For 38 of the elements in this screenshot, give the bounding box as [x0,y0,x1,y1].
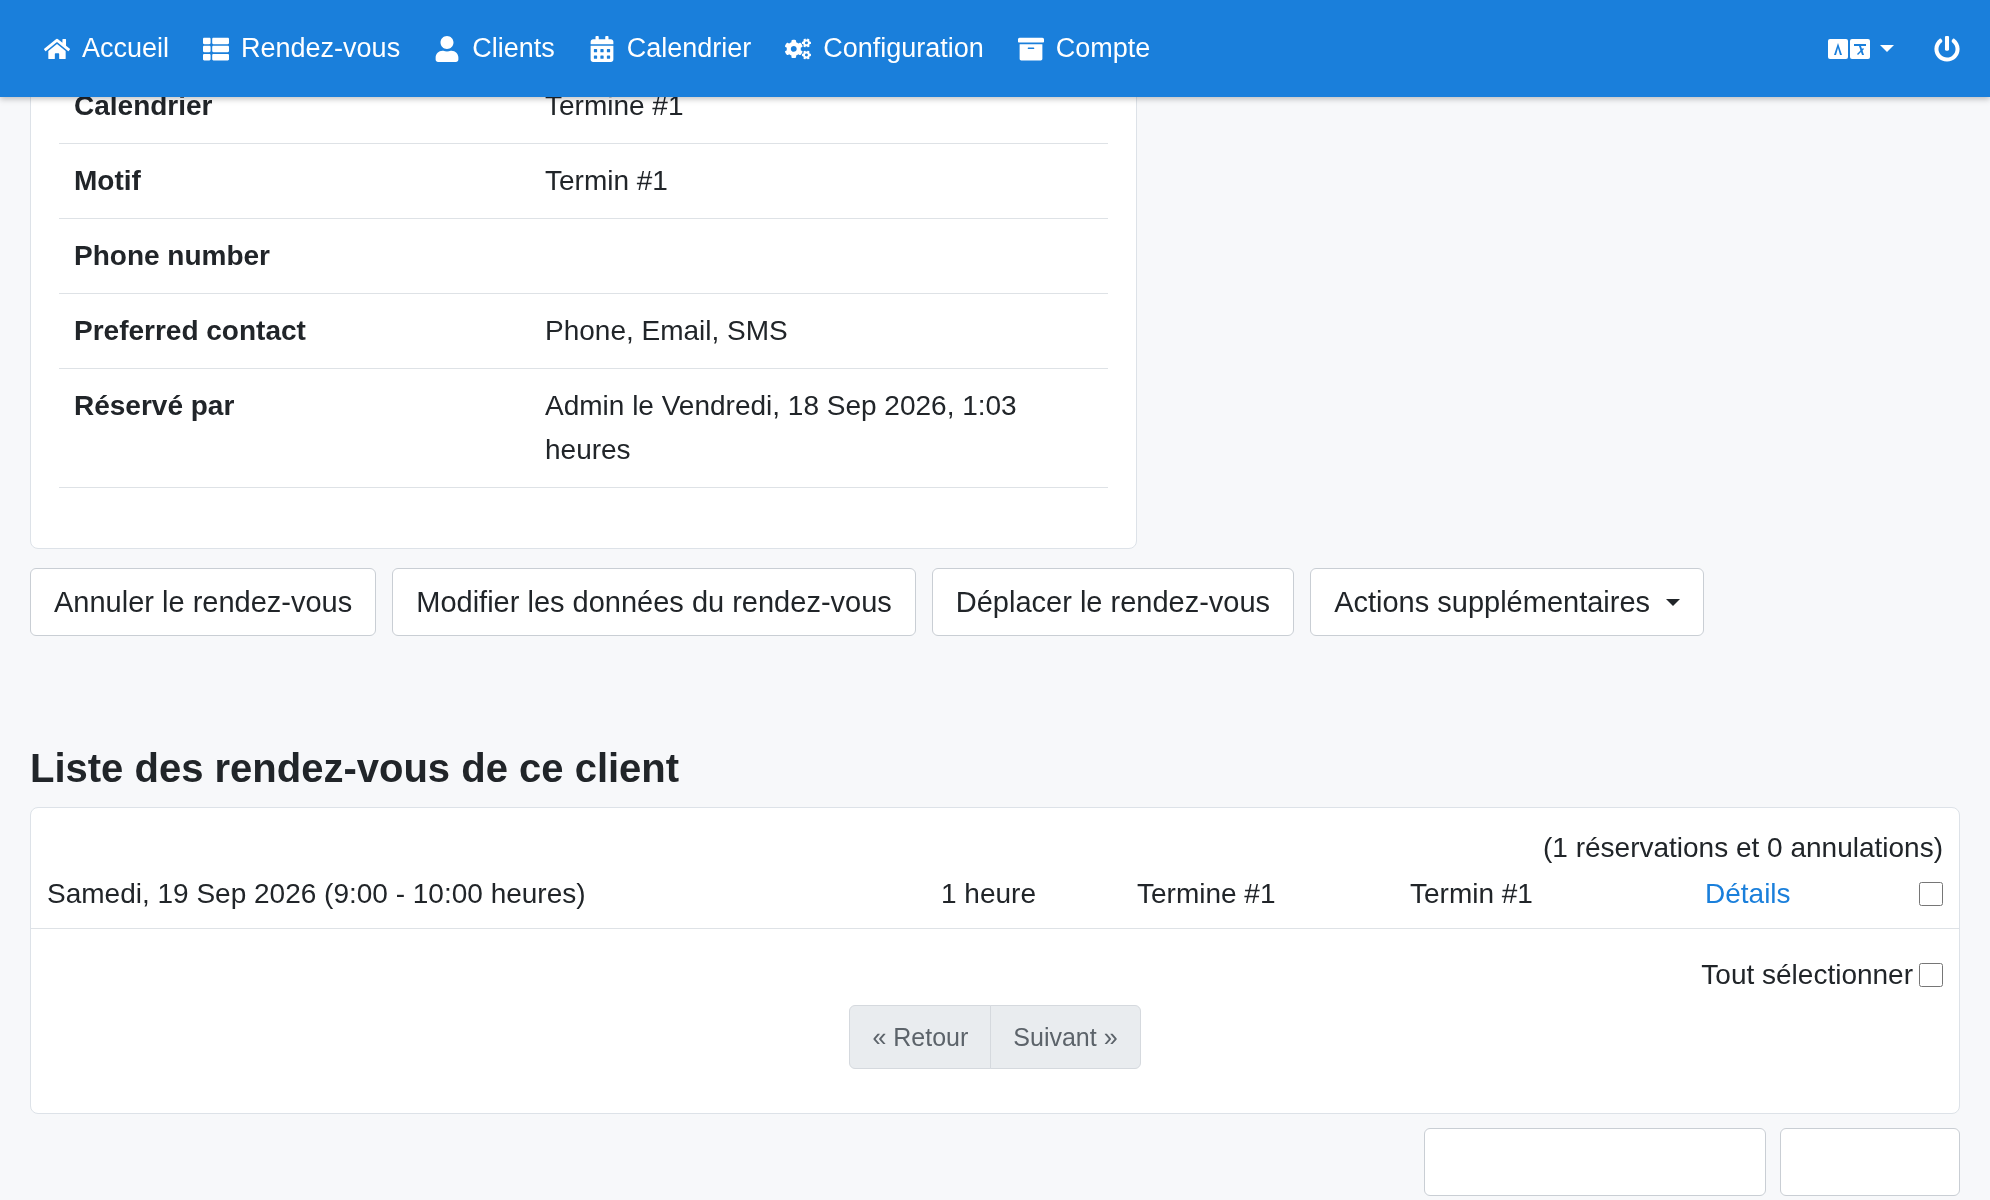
translate-icon [1828,36,1870,61]
field-value: Phone, Email, SMS [545,314,789,348]
summary-text: (1 réservations et 0 annulations) [1543,832,1943,863]
calendar-icon [588,35,615,62]
select-all-checkbox[interactable] [1919,963,1943,987]
section-heading: Liste des rendez-vous de ce client [30,746,681,791]
nav-link[interactable]: Rendez-vous [203,33,401,64]
pagination-button[interactable]: « Retour [849,1005,992,1069]
field-label: Preferred contact [74,314,307,348]
select-all-label: Tout sélectionner [1701,959,1913,991]
row-checkbox[interactable] [1919,882,1943,906]
field-label: Réservé par [74,389,236,423]
calendar-cell-text: Termine #1 [1137,878,1277,910]
action-button[interactable]: Modifier les données du rendez-vous [392,568,916,636]
duration-cell-text: 1 heure [941,878,1037,910]
nav-link[interactable]: Calendrier [588,33,752,64]
field-value: Termin #1 [545,164,669,198]
pagination-button[interactable]: Suivant » [990,1005,1141,1069]
archive-icon [1017,35,1044,62]
field-value: Admin le Vendredi, 18 Sep 2026, 1:03 heures [545,389,1018,467]
action-button[interactable]: Déplacer le rendez-vous [931,568,1295,636]
reason-cell-text: Termin #1 [1410,878,1534,910]
user-icon [434,35,461,62]
field-label: Motif [74,164,142,198]
dropdown-button[interactable]: Actions supplémentaires [1310,568,1705,636]
date-cell-text: Samedi, 19 Sep 2026 (9:00 - 10:00 heures) [47,878,587,910]
logout-button[interactable] [1934,35,1960,62]
action-button[interactable]: Annuler le rendez-vous [30,568,377,636]
field-label: Phone number [74,239,271,273]
nav-link[interactable]: Clients [434,33,555,64]
nav-link[interactable]: Configuration [785,33,984,64]
language-menu-button[interactable] [1828,36,1894,61]
field-label: Calendrier [74,89,214,123]
nav-link[interactable]: Accueil [44,33,170,64]
field-value: Termine #1 [545,89,685,123]
nav-link[interactable]: Compte [1017,33,1151,64]
list-icon [203,35,230,62]
details-link[interactable]: Détails [1705,878,1885,910]
